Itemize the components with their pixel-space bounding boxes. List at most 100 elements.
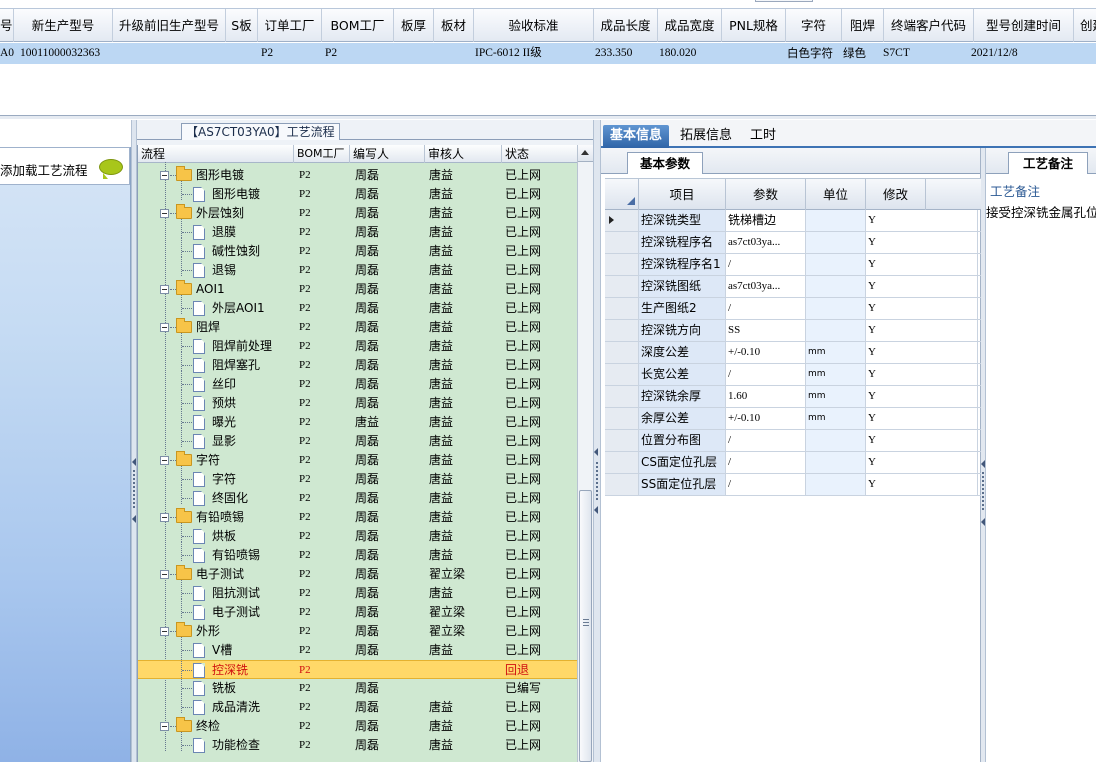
tree-step-row[interactable]: 有铅喷锡 P2 周磊 唐益 已上网 (138, 542, 578, 565)
tree-step-row[interactable]: 成品清洗 P2 周磊 唐益 已上网 (138, 694, 578, 717)
collapse-toggle-icon[interactable] (160, 323, 169, 332)
horizontal-splitter[interactable] (0, 115, 1096, 119)
col-header[interactable]: 终端客户代码 (884, 9, 974, 42)
param-value-cell[interactable]: +/-0.10 (726, 342, 806, 363)
param-value-cell[interactable]: / (726, 474, 806, 495)
tree-step-row[interactable]: 预烘 P2 周磊 唐益 已上网 (138, 390, 578, 413)
tree-step-row[interactable]: 字符 P2 周磊 唐益 已上网 (138, 466, 578, 489)
col-header[interactable]: S板 (226, 9, 258, 42)
tree-step-row[interactable]: 烘板 P2 周磊 唐益 已上网 (138, 523, 578, 546)
col-header[interactable]: 验收标准 (474, 9, 594, 42)
scroll-thumb[interactable] (579, 490, 592, 762)
collapse-toggle-icon[interactable] (160, 171, 169, 180)
col-header[interactable]: 新生产型号 (14, 9, 113, 42)
tab-extended-info[interactable]: 拓展信息 (673, 125, 739, 148)
param-modify-cell[interactable]: Y (866, 210, 978, 231)
param-modify-cell[interactable]: Y (866, 408, 978, 429)
tree-step-row[interactable]: 退锡 P2 周磊 唐益 已上网 (138, 257, 578, 280)
col-header-status[interactable]: 状态 (502, 145, 578, 163)
tree-group-row[interactable]: 终检 P2 周磊 唐益 已上网 (138, 717, 578, 736)
col-header-modify[interactable]: 修改 (866, 179, 926, 210)
param-value-cell[interactable]: +/-0.10 (726, 408, 806, 429)
notes-textarea[interactable]: 接受控深铣金属孔位达 (986, 202, 1096, 221)
collapse-toggle-icon[interactable] (160, 285, 169, 294)
row-header[interactable] (605, 254, 639, 275)
tree-step-row[interactable]: 丝印 P2 周磊 唐益 已上网 (138, 371, 578, 394)
tree-step-row[interactable]: 电子测试 P2 周磊 翟立梁 已上网 (138, 599, 578, 622)
tree-group-row[interactable]: 外层蚀刻 P2 周磊 唐益 已上网 (138, 204, 578, 223)
param-modify-cell[interactable]: Y (866, 254, 978, 275)
col-header-reviewer[interactable]: 审核人 (425, 145, 502, 163)
tree-step-row[interactable]: 图形电镀 P2 周磊 唐益 已上网 (138, 181, 578, 204)
param-value-cell[interactable]: as7ct03ya... (726, 276, 806, 297)
col-header[interactable]: 号 (0, 9, 14, 42)
param-modify-cell[interactable]: Y (866, 232, 978, 253)
tree-step-row[interactable]: 铣板 P2 周磊 已编写 (138, 675, 578, 698)
col-header-flow[interactable]: 流程 (138, 145, 294, 163)
tree-step-row[interactable]: 终固化 P2 周磊 唐益 已上网 (138, 485, 578, 508)
collapse-toggle-icon[interactable] (160, 209, 169, 218)
flow-scrollbar[interactable] (577, 145, 593, 762)
splitter-grip[interactable] (755, 0, 813, 2)
tree-step-row[interactable]: 碱性蚀刻 P2 周磊 唐益 已上网 (138, 238, 578, 261)
col-header[interactable]: 成品长度 (594, 9, 658, 42)
param-row[interactable]: 控深铣类型 铣梯槽边 Y (605, 210, 981, 232)
tree-step-row[interactable]: 退膜 P2 周磊 唐益 已上网 (138, 219, 578, 242)
param-row[interactable]: 位置分布图 / Y (605, 430, 981, 452)
row-header[interactable] (605, 386, 639, 407)
collapse-toggle-icon[interactable] (160, 627, 169, 636)
col-header[interactable]: 升级前旧生产型号 (113, 9, 226, 42)
param-value-cell[interactable]: SS (726, 320, 806, 341)
collapse-left-icon[interactable] (594, 448, 598, 456)
col-header[interactable]: 字符 (786, 9, 842, 42)
param-row[interactable]: 控深铣方向 SS Y (605, 320, 981, 342)
col-header[interactable]: PNL规格 (722, 9, 786, 42)
col-header-unit[interactable]: 单位 (806, 179, 866, 210)
param-row[interactable]: 长宽公差 / mm Y (605, 364, 981, 386)
tree-step-row[interactable]: 曝光 P2 唐益 唐益 已上网 (138, 409, 578, 432)
row-header[interactable] (605, 452, 639, 473)
param-row[interactable]: 生产图纸2/ Y (605, 298, 981, 320)
col-header[interactable]: 订单工厂 (258, 9, 322, 42)
tree-step-row[interactable]: 显影 P2 周磊 唐益 已上网 (138, 428, 578, 451)
tree-group-row[interactable]: 有铅喷锡 P2 周磊 唐益 已上网 (138, 508, 578, 527)
param-modify-cell[interactable]: Y (866, 430, 978, 451)
param-row[interactable]: SS面定位孔层 / Y (605, 474, 981, 496)
collapse-toggle-icon[interactable] (160, 570, 169, 579)
row-header[interactable] (605, 232, 639, 253)
param-modify-cell[interactable]: Y (866, 276, 978, 297)
collapse-left-icon[interactable] (981, 518, 985, 526)
tree-group-row[interactable]: 外形 P2 周磊 翟立梁 已上网 (138, 622, 578, 641)
param-value-cell[interactable]: / (726, 254, 806, 275)
row-header[interactable] (605, 364, 639, 385)
tab-work-hours[interactable]: 工时 (743, 125, 783, 148)
collapse-left-icon[interactable] (981, 460, 985, 468)
tree-group-row[interactable]: 图形电镀 P2 周磊 唐益 已上网 (138, 166, 578, 185)
param-row[interactable]: CS面定位孔层 / Y (605, 452, 981, 474)
param-value-cell[interactable]: / (726, 364, 806, 385)
param-modify-cell[interactable]: Y (866, 364, 978, 385)
row-header[interactable] (605, 210, 639, 231)
scroll-up-icon[interactable] (578, 145, 593, 162)
col-header[interactable]: 成品宽度 (658, 9, 722, 42)
param-row[interactable]: 控深铣程序名1/ Y (605, 254, 981, 276)
param-modify-cell[interactable]: Y (866, 452, 978, 473)
collapse-left-icon[interactable] (132, 458, 136, 466)
param-row[interactable]: 控深铣余厚 1.60 mm Y (605, 386, 981, 408)
param-value-cell[interactable]: / (726, 430, 806, 451)
param-value-cell[interactable]: 铣梯槽边 (726, 210, 806, 231)
collapse-toggle-icon[interactable] (160, 456, 169, 465)
tree-group-row[interactable]: 字符 P2 周磊 唐益 已上网 (138, 451, 578, 470)
col-header-param[interactable]: 参数 (726, 179, 806, 210)
tree-step-row[interactable]: 外层AOI1 P2 周磊 唐益 已上网 (138, 295, 578, 318)
col-header-bom[interactable]: BOM工厂 (294, 145, 350, 163)
tree-step-row[interactable]: 控深铣 P2 回退 (138, 657, 578, 679)
collapse-left-icon[interactable] (594, 506, 598, 514)
param-value-cell[interactable]: 1.60 (726, 386, 806, 407)
col-header-writer[interactable]: 编写人 (350, 145, 425, 163)
tab-basic-params[interactable]: 基本参数 (627, 152, 703, 174)
middle-collapse-strip[interactable] (593, 120, 601, 762)
param-value-cell[interactable]: / (726, 298, 806, 319)
col-header[interactable]: 阻焊 (842, 9, 884, 42)
param-row[interactable]: 控深铣图纸 as7ct03ya... Y (605, 276, 981, 298)
